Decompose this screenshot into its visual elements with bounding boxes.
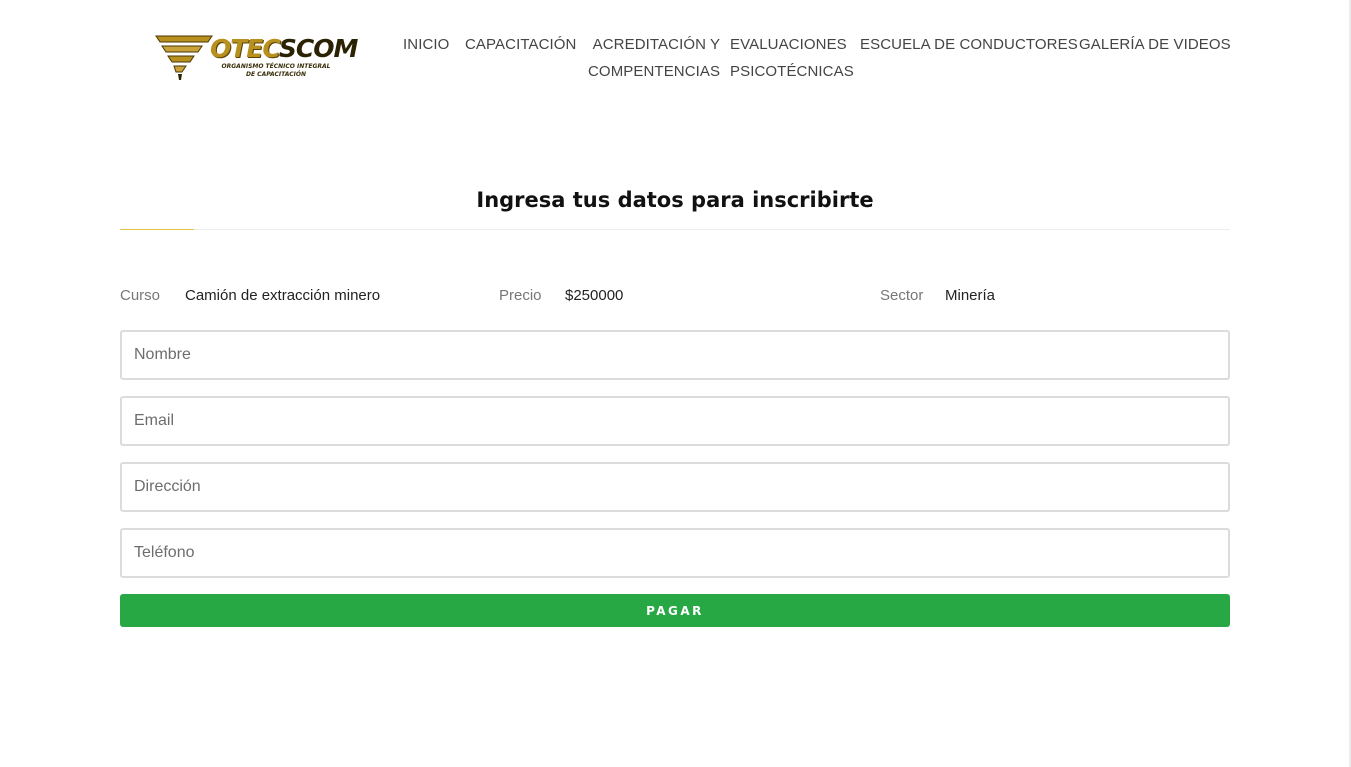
title-divider — [120, 229, 1230, 230]
nav-item-evaluaciones[interactable]: EVALUACIONES PSICOTÉCNICAS — [730, 31, 854, 85]
direccion-field[interactable] — [120, 462, 1230, 512]
logo-tagline-line1: ORGANISMO TÉCNICO INTEGRAL — [221, 63, 331, 70]
nav-item-capacitacion[interactable]: CAPACITACIÓN — [465, 31, 577, 58]
sector-value: Minería — [945, 287, 996, 304]
nav-item-acreditacion[interactable]: ACREDITACIÓN Y COMPENTENCIAS — [588, 31, 720, 85]
brand-logo[interactable]: OTECSCOM ORGANISMO TÉCNICO INTEGRAL DE C… — [154, 32, 358, 84]
email-field[interactable] — [120, 396, 1230, 446]
nav-item-escuela[interactable]: ESCUELA DE CONDUCTORES — [860, 31, 1078, 58]
nav-item-evaluaciones-line2: PSICOTÉCNICAS — [730, 63, 854, 80]
precio-value: $250000 — [565, 287, 624, 304]
nav-item-acreditacion-line1: ACREDITACIÓN Y — [592, 36, 721, 53]
curso-label: Curso — [120, 287, 161, 304]
nav-item-inicio[interactable]: INICIO — [403, 31, 449, 58]
nav-item-galeria[interactable]: GALERÍA DE VIDEOS — [1079, 31, 1231, 58]
sector-label: Sector — [880, 287, 924, 304]
pagar-button[interactable]: PAGAR — [120, 594, 1230, 627]
logo-funnel-icon — [155, 35, 213, 80]
logo-tagline-line2: DE CAPACITACIÓN — [246, 71, 306, 78]
form-title: Ingresa tus datos para inscribirte — [476, 188, 874, 212]
logo-tagline: ORGANISMO TÉCNICO INTEGRAL DE CAPACITACI… — [218, 63, 334, 79]
page: OTECSCOM ORGANISMO TÉCNICO INTEGRAL DE C… — [0, 0, 1351, 767]
precio-label: Precio — [499, 287, 542, 304]
telefono-field[interactable] — [120, 528, 1230, 578]
curso-value: Camión de extracción minero — [185, 287, 381, 304]
nav-item-evaluaciones-line1: EVALUACIONES — [730, 36, 847, 53]
logo-wordmark-scom: SCOM — [278, 34, 358, 63]
nav-item-acreditacion-line2: COMPENTENCIAS — [588, 63, 721, 80]
title-accent-line — [120, 229, 194, 230]
logo-wordmark-otec: OTEC — [210, 34, 280, 63]
nombre-field[interactable] — [120, 330, 1230, 380]
logo-wordmark: OTECSCOM — [210, 34, 358, 63]
